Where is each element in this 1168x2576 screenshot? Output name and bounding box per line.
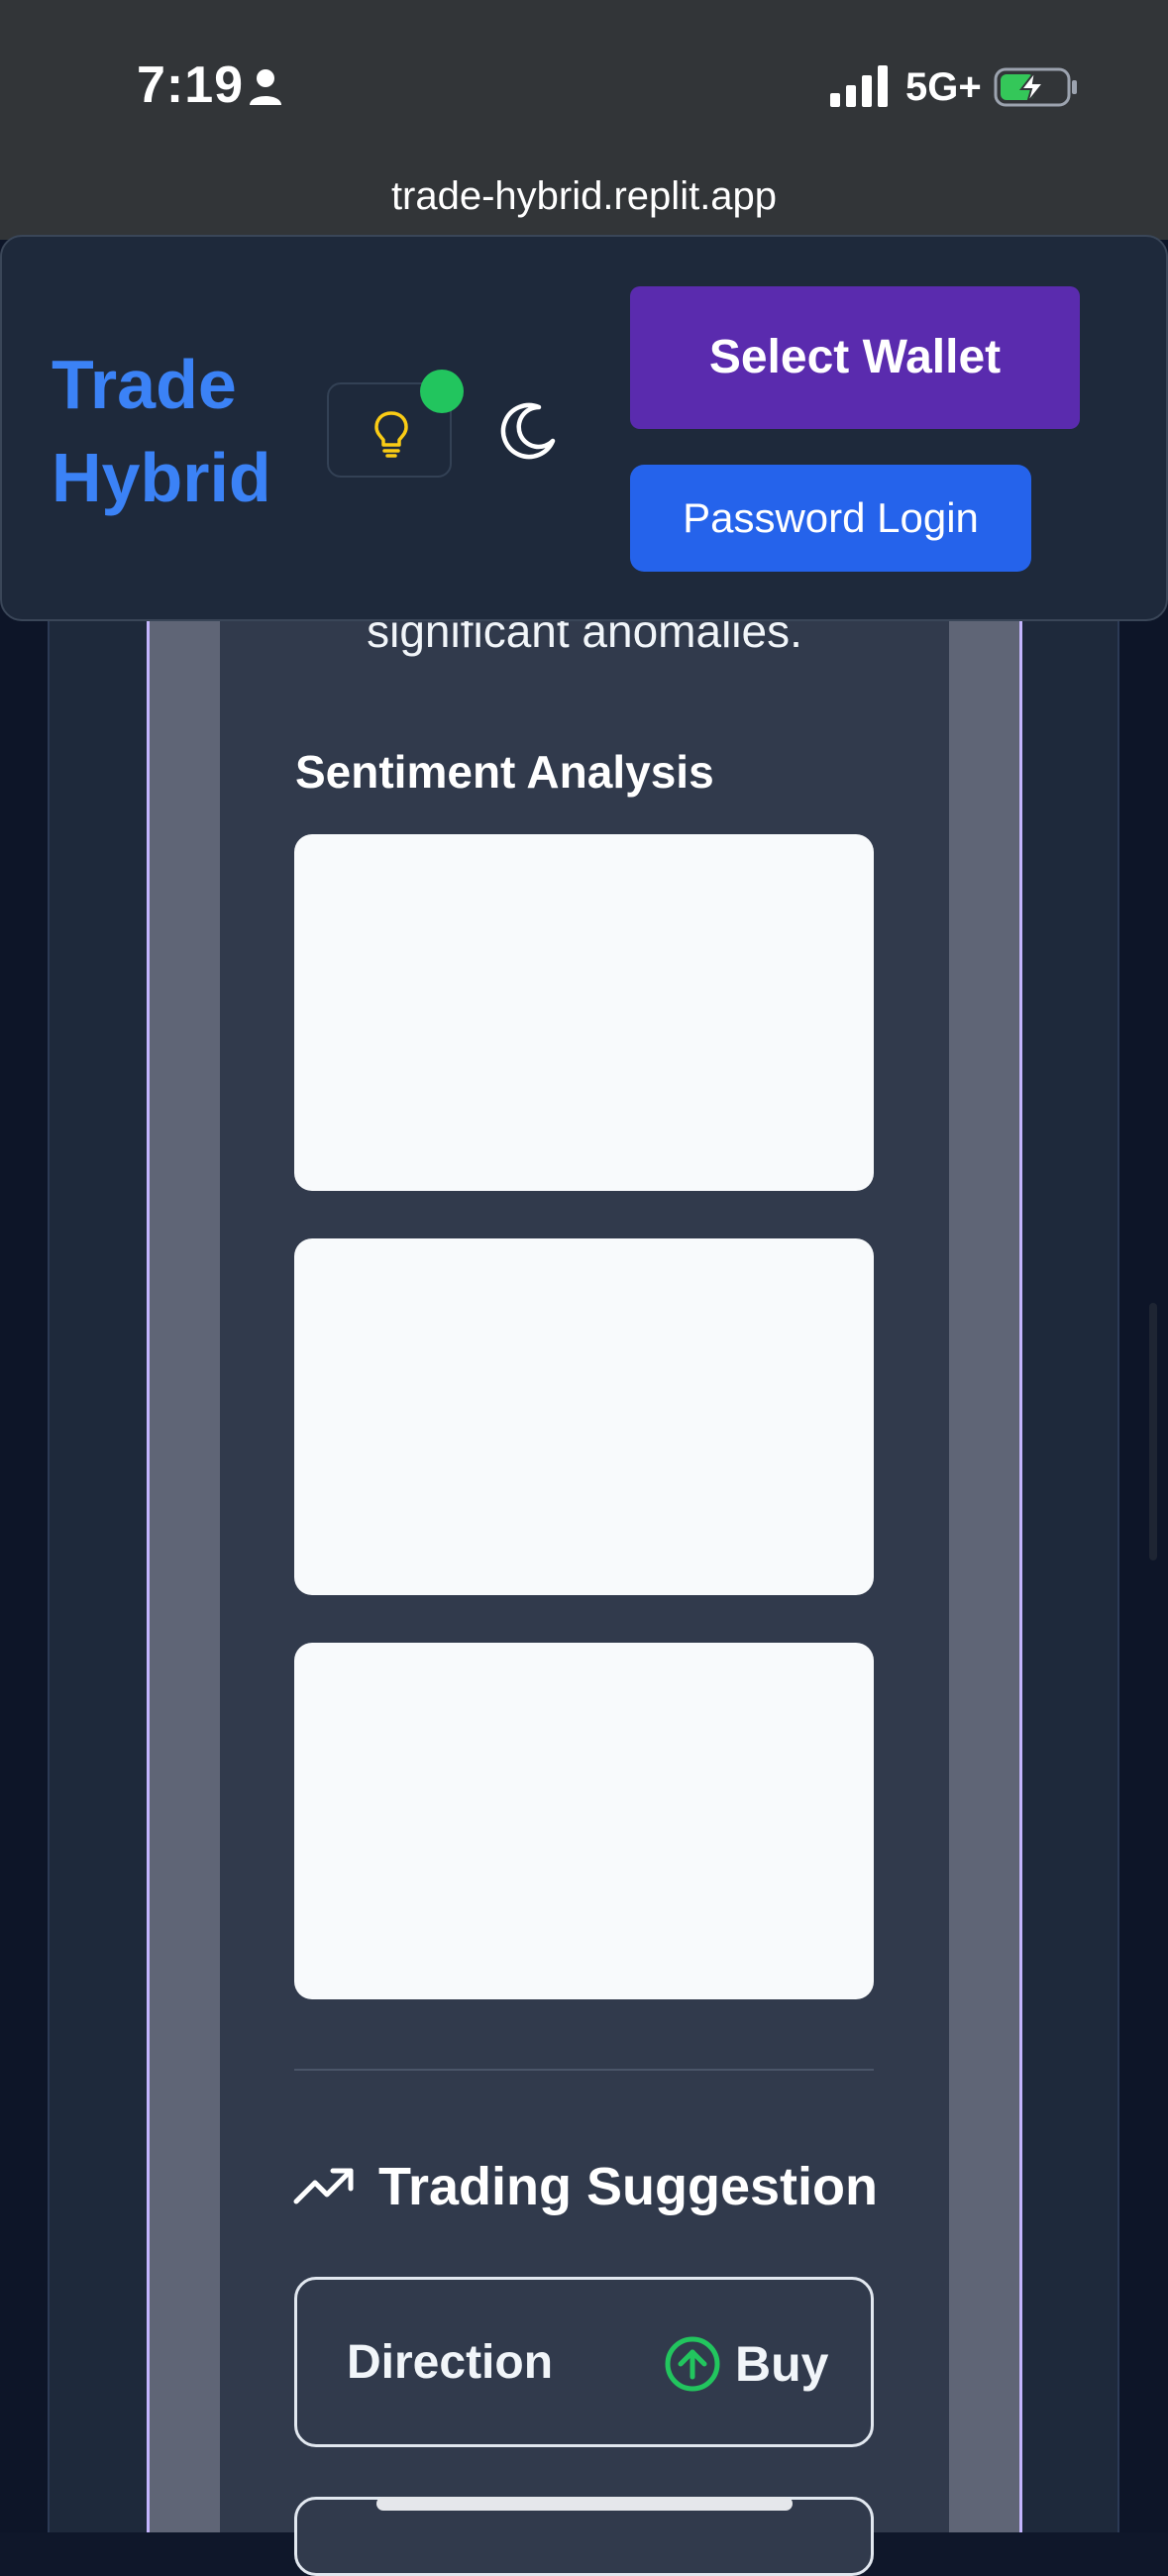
lightbulb-icon (374, 411, 408, 458)
direction-label: Direction (347, 2336, 554, 2389)
sentiment-card (294, 834, 874, 1191)
moon-icon[interactable] (499, 401, 559, 461)
status-dot (420, 370, 464, 413)
password-login-button[interactable]: Password Login (630, 465, 1031, 572)
url-bar[interactable]: trade-hybrid.replit.app (0, 168, 1168, 240)
scrollbar[interactable] (1149, 1303, 1157, 1560)
person-icon (250, 69, 281, 105)
status-time: 7:19 (137, 56, 245, 114)
trending-up-icon (293, 2168, 354, 2204)
direction-card: Direction Buy (294, 2277, 874, 2447)
status-bar: 7:19 5G+ (0, 0, 1168, 168)
sentiment-title: Sentiment Analysis (295, 746, 714, 798)
home-indicator[interactable] (376, 2497, 793, 2511)
signal-icon (830, 65, 888, 107)
brand-logo[interactable]: Trade Hybrid (52, 338, 309, 524)
app-header: Trade Hybrid Select Wallet Password Logi… (0, 235, 1168, 621)
brand-line-2: Hybrid (52, 439, 271, 516)
sentiment-card (294, 1643, 874, 1999)
divider (294, 2069, 874, 2071)
arrow-up-circle-icon (665, 2336, 720, 2392)
brand-line-1: Trade (52, 346, 237, 423)
direction-value: Buy (735, 2336, 829, 2392)
trading-suggestion-title: Trading Suggestion (378, 2157, 879, 2216)
select-wallet-button[interactable]: Select Wallet (630, 286, 1080, 429)
network-label: 5G+ (905, 65, 982, 109)
battery-charging-icon (994, 67, 1077, 107)
url-text[interactable]: trade-hybrid.replit.app (0, 174, 1168, 219)
sentiment-card (294, 1238, 874, 1595)
